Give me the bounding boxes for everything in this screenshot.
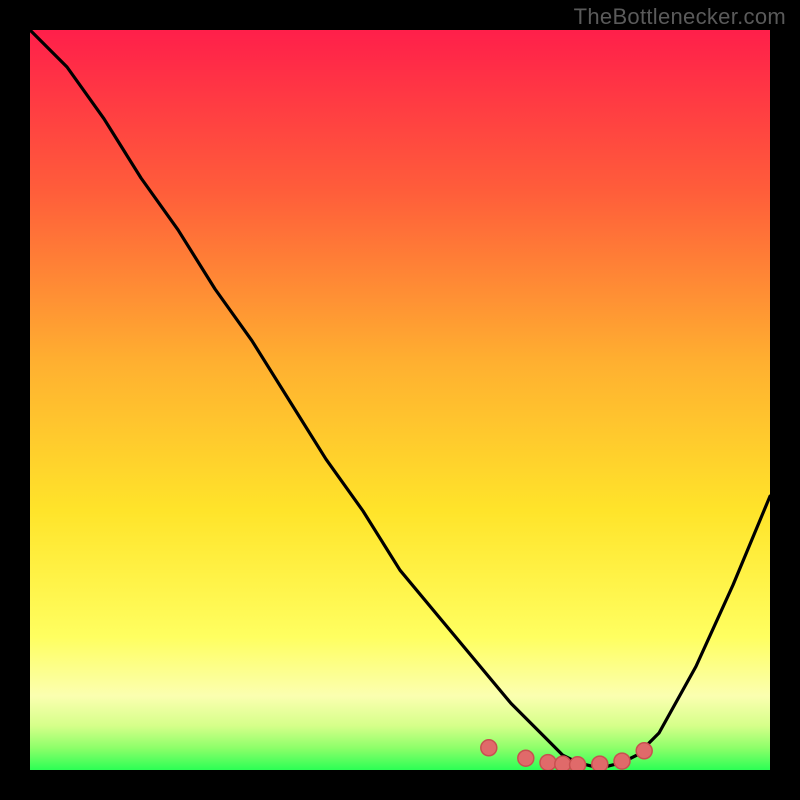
min-dot (481, 740, 497, 756)
watermark-text: TheBottlenecker.com (574, 4, 786, 30)
min-dot (540, 755, 556, 770)
min-dot (555, 756, 571, 770)
min-dot (592, 756, 608, 770)
chart-container: TheBottlenecker.com (0, 0, 800, 800)
plot-area (30, 30, 770, 770)
min-dot (614, 753, 630, 769)
min-dot (636, 743, 652, 759)
curve-path (30, 30, 770, 766)
min-dot (518, 750, 534, 766)
min-dot (570, 757, 586, 770)
bottleneck-curve (30, 30, 770, 770)
